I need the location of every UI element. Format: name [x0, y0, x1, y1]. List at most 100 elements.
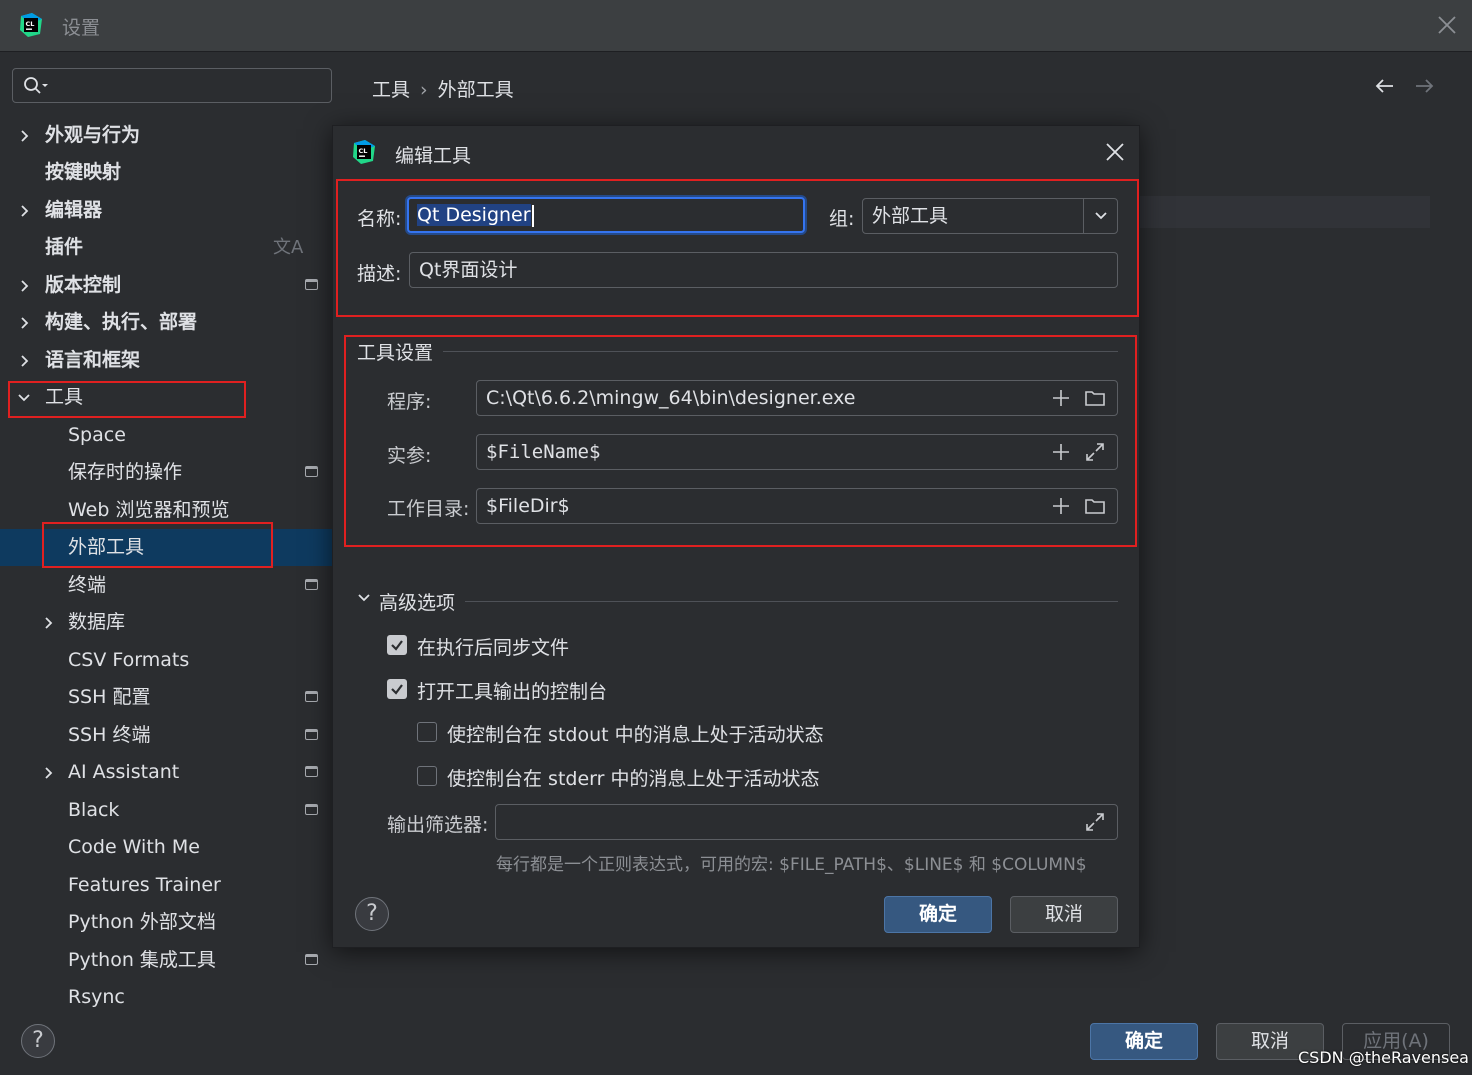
arguments-value: $FileName$ — [486, 441, 601, 463]
breadcrumb-current: 外部工具 — [437, 79, 514, 101]
sync-files-label[interactable]: 在执行后同步文件 — [417, 633, 569, 660]
sidebar-item-label: 按键映射 — [45, 161, 122, 183]
add-macro-icon[interactable] — [1050, 441, 1072, 463]
sidebar-item-label: 插件 — [45, 236, 84, 258]
stderr-active-checkbox[interactable] — [417, 766, 437, 786]
title-bar: CL 设置 — [0, 0, 1472, 52]
program-label: 程序: — [387, 391, 432, 413]
sidebar-item-label: AI Assistant — [68, 761, 180, 783]
stdout-active-checkbox[interactable] — [417, 722, 437, 742]
chevron-down-icon — [1094, 212, 1107, 220]
arguments-label: 实参: — [387, 445, 432, 467]
sidebar-item[interactable]: AI Assistant — [0, 754, 332, 791]
group-dropdown-button[interactable] — [1083, 199, 1117, 233]
sidebar-item[interactable]: Python 集成工具 — [0, 942, 332, 979]
group-select[interactable]: 外部工具 — [862, 198, 1118, 234]
sidebar-item[interactable]: 编辑器 — [0, 192, 332, 229]
breadcrumb: 工具 › 外部工具 — [372, 75, 514, 102]
forward-arrow-icon[interactable] — [1412, 74, 1436, 98]
chevron-down-icon[interactable] — [16, 390, 32, 406]
sidebar-item-label: SSH 配置 — [68, 686, 151, 708]
chevron-right-icon[interactable] — [16, 353, 32, 369]
settings-help-button[interactable]: ? — [21, 1024, 55, 1058]
chevron-right-icon[interactable] — [40, 765, 56, 781]
output-filter-field[interactable] — [495, 804, 1118, 840]
section-divider — [465, 601, 1118, 602]
sidebar-item-label: 外部工具 — [68, 536, 145, 558]
sidebar-item[interactable]: 数据库 — [0, 604, 332, 641]
sidebar-item[interactable]: 工具 — [0, 379, 332, 416]
settings-search-input[interactable] — [12, 68, 332, 103]
sidebar-item-label: Python 外部文档 — [68, 911, 216, 933]
sidebar-item[interactable]: CSV Formats — [0, 642, 332, 679]
text-caret — [531, 204, 534, 227]
project-level-icon — [305, 729, 318, 740]
chevron-right-icon[interactable] — [16, 128, 32, 144]
sidebar-item-label: Features Trainer — [68, 874, 221, 896]
sidebar-item[interactable]: 版本控制 — [0, 267, 332, 304]
sidebar-item[interactable]: Black — [0, 792, 332, 829]
description-field[interactable]: Qt界面设计 — [409, 252, 1118, 288]
add-macro-icon[interactable] — [1050, 387, 1072, 409]
sidebar-item[interactable]: 语言和框架 — [0, 342, 332, 379]
dialog-help-button[interactable]: ? — [355, 897, 389, 931]
folder-icon[interactable] — [1084, 495, 1106, 517]
watermark: CSDN @theRavensea — [1298, 1048, 1469, 1067]
dialog-close-icon[interactable] — [1103, 140, 1127, 164]
breadcrumb-separator: › — [420, 79, 428, 101]
dialog-cancel-button[interactable]: 取消 — [1010, 896, 1118, 933]
dialog-ok-button[interactable]: 确定 — [884, 896, 992, 933]
open-console-label[interactable]: 打开工具输出的控制台 — [417, 677, 607, 704]
back-arrow-icon[interactable] — [1373, 74, 1397, 98]
stderr-active-label[interactable]: 使控制台在 stderr 中的消息上处于活动状态 — [447, 764, 819, 791]
sidebar-item[interactable]: Features Trainer — [0, 867, 332, 904]
sidebar-item-label: 终端 — [68, 574, 107, 596]
sidebar-item[interactable]: 保存时的操作 — [0, 454, 332, 491]
sidebar-item[interactable]: Python 外部文档 — [0, 904, 332, 941]
sidebar-item[interactable]: Space — [0, 417, 332, 454]
sidebar-item[interactable]: Code With Me — [0, 829, 332, 866]
expand-icon[interactable] — [1084, 811, 1106, 833]
settings-ok-button[interactable]: 确定 — [1090, 1023, 1198, 1060]
chevron-right-icon[interactable] — [40, 615, 56, 631]
sidebar-item[interactable]: 外观与行为 — [0, 117, 332, 154]
add-macro-icon[interactable] — [1050, 495, 1072, 517]
expand-icon[interactable] — [1084, 441, 1106, 463]
sidebar-item[interactable]: SSH 配置 — [0, 679, 332, 716]
program-field[interactable]: C:\Qt\6.6.2\mingw_64\bin\designer.exe — [476, 380, 1118, 416]
sidebar-item[interactable]: 插件 文A — [0, 229, 332, 266]
folder-icon[interactable] — [1084, 387, 1106, 409]
edit-tool-dialog: CL 编辑工具 名称: Qt Designer 组: 外部工具 描述: Qt界面… — [332, 125, 1140, 948]
sync-files-checkbox[interactable] — [387, 635, 407, 655]
sidebar-item[interactable]: 按键映射 — [0, 154, 332, 191]
open-console-checkbox[interactable] — [387, 679, 407, 699]
chevron-right-icon[interactable] — [16, 203, 32, 219]
advanced-options-title[interactable]: 高级选项 — [379, 588, 455, 615]
chevron-down-icon[interactable] — [357, 593, 371, 603]
section-divider — [443, 351, 1118, 352]
window-title: 设置 — [62, 17, 101, 39]
sidebar-item[interactable]: SSH 终端 — [0, 717, 332, 754]
description-label: 描述: — [357, 263, 402, 285]
window-close-icon[interactable] — [1434, 12, 1460, 38]
sidebar-item[interactable]: 构建、执行、部署 — [0, 304, 332, 341]
sidebar-item[interactable]: 终端 — [0, 567, 332, 604]
sidebar-item-label: Code With Me — [68, 836, 200, 858]
stdout-active-label[interactable]: 使控制台在 stdout 中的消息上处于活动状态 — [447, 720, 824, 747]
breadcrumb-parent[interactable]: 工具 — [372, 79, 410, 101]
sidebar-item-label: Web 浏览器和预览 — [68, 499, 230, 521]
chevron-right-icon[interactable] — [16, 315, 32, 331]
sidebar-item[interactable]: Web 浏览器和预览 — [0, 492, 332, 529]
program-value: C:\Qt\6.6.2\mingw_64\bin\designer.exe — [486, 387, 856, 409]
name-label: 名称: — [357, 208, 402, 230]
sidebar-item[interactable]: Rsync — [0, 979, 332, 1016]
workdir-label: 工作目录: — [387, 498, 470, 520]
checkmark-icon — [391, 640, 403, 651]
group-value: 外部工具 — [872, 205, 949, 227]
arguments-field[interactable]: $FileName$ — [476, 434, 1118, 470]
sidebar-item[interactable]: 外部工具 — [0, 529, 332, 566]
workdir-field[interactable]: $FileDir$ — [476, 488, 1118, 524]
name-field[interactable]: Qt Designer — [407, 197, 805, 233]
chevron-right-icon[interactable] — [16, 278, 32, 294]
sidebar-item-label: Black — [68, 799, 120, 821]
